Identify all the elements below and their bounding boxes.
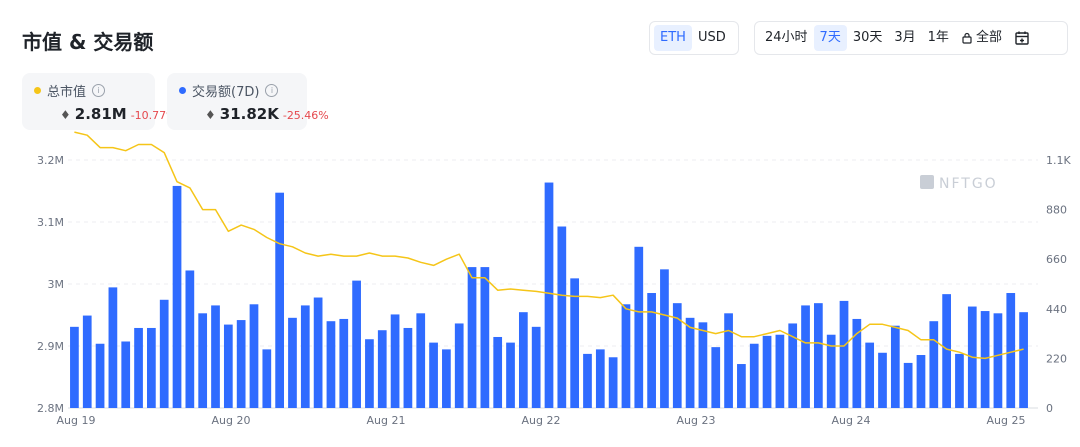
volume-bar[interactable] (95, 343, 105, 408)
volume-bar[interactable] (634, 246, 644, 408)
volume-bar[interactable] (416, 313, 426, 408)
right-axis-tick: 440 (1046, 303, 1067, 316)
volume-bar[interactable] (198, 313, 208, 408)
volume-bar[interactable] (442, 349, 451, 408)
volume-bar[interactable] (467, 267, 477, 408)
x-axis-tick: Aug 19 (57, 414, 96, 427)
volume-bar[interactable] (249, 304, 259, 408)
volume-bar[interactable] (377, 330, 387, 408)
left-axis-tick: 3.2M (37, 154, 64, 167)
volume-bar[interactable] (121, 341, 131, 408)
volume-bar[interactable] (159, 299, 169, 408)
volume-bar[interactable] (147, 327, 156, 408)
right-axis-tick: 220 (1046, 352, 1067, 365)
volume-bar[interactable] (916, 355, 926, 408)
volume-bar[interactable] (454, 323, 464, 408)
volume-bar[interactable] (518, 312, 528, 408)
market-cap-volume-chart: 2.8M2.9M3M3.1M3.2M02204406608801.1KAug 1… (37, 131, 1071, 427)
volume-bar[interactable] (762, 335, 772, 408)
volume-bar[interactable] (134, 327, 143, 408)
watermark-text: NFTGO (939, 176, 998, 192)
volume-bar[interactable] (365, 339, 374, 408)
volume-bar[interactable] (1006, 293, 1016, 408)
volume-bar[interactable] (288, 317, 297, 408)
left-axis-tick: 3.1M (37, 216, 64, 229)
volume-bar[interactable] (865, 342, 875, 408)
volume-bar[interactable] (621, 304, 631, 408)
volume-bar[interactable] (236, 320, 246, 408)
x-axis-tick: Aug 21 (367, 414, 406, 427)
volume-bar[interactable] (647, 293, 656, 408)
volume-bar[interactable] (685, 317, 695, 408)
volume-bars (70, 182, 1028, 408)
volume-bar[interactable] (390, 314, 400, 408)
volume-bar[interactable] (172, 185, 182, 408)
volume-bar[interactable] (955, 353, 964, 408)
volume-bar[interactable] (185, 270, 195, 408)
volume-bar[interactable] (890, 325, 900, 408)
volume-bar[interactable] (557, 226, 567, 408)
left-axis-tick: 3M (48, 278, 65, 291)
volume-bar[interactable] (326, 321, 336, 408)
volume-bar[interactable] (852, 318, 862, 408)
volume-bar[interactable] (980, 311, 990, 408)
right-axis-tick: 880 (1046, 204, 1067, 217)
volume-bar[interactable] (775, 334, 785, 408)
volume-bar[interactable] (223, 324, 233, 408)
right-axis-tick: 1.1K (1046, 154, 1071, 167)
volume-bar[interactable] (660, 269, 669, 408)
volume-bar[interactable] (506, 342, 515, 408)
volume-bar[interactable] (801, 305, 810, 408)
volume-bar[interactable] (531, 326, 541, 408)
volume-bar[interactable] (749, 343, 759, 408)
x-axis-tick: Aug 24 (832, 414, 871, 427)
right-axis-tick: 0 (1046, 402, 1053, 415)
volume-bar[interactable] (211, 305, 220, 408)
volume-bar[interactable] (737, 364, 746, 408)
volume-bar[interactable] (942, 294, 951, 408)
volume-bar[interactable] (300, 305, 310, 408)
volume-bar[interactable] (108, 287, 118, 408)
volume-bar[interactable] (403, 327, 413, 408)
volume-bar[interactable] (993, 313, 1003, 408)
volume-bar[interactable] (275, 192, 285, 408)
volume-bar[interactable] (583, 353, 592, 408)
volume-bar[interactable] (929, 321, 939, 408)
right-axis-tick: 660 (1046, 253, 1067, 266)
x-axis-tick: Aug 22 (522, 414, 561, 427)
volume-bar[interactable] (570, 278, 580, 408)
volume-bar[interactable] (262, 349, 272, 408)
volume-bar[interactable] (544, 182, 554, 408)
volume-bar[interactable] (82, 315, 92, 408)
volume-bar[interactable] (493, 336, 503, 408)
volume-bar[interactable] (313, 297, 323, 408)
volume-bar[interactable] (903, 362, 913, 408)
left-axis-tick: 2.9M (37, 340, 64, 353)
volume-bar[interactable] (839, 300, 849, 408)
volume-bar[interactable] (711, 347, 721, 408)
volume-bar[interactable] (595, 349, 605, 408)
x-axis-tick: Aug 20 (212, 414, 251, 427)
volume-bar[interactable] (480, 267, 490, 408)
nftgo-watermark: NFTGO (920, 175, 998, 192)
volume-bar[interactable] (70, 326, 79, 408)
volume-bar[interactable] (1019, 312, 1028, 408)
volume-bar[interactable] (339, 318, 349, 408)
volume-bar[interactable] (813, 303, 823, 408)
volume-bar[interactable] (608, 357, 618, 408)
volume-bar[interactable] (724, 313, 733, 408)
volume-bar[interactable] (429, 342, 438, 408)
x-axis-tick: Aug 23 (677, 414, 716, 427)
volume-bar[interactable] (878, 352, 887, 408)
volume-bar[interactable] (698, 322, 708, 408)
x-axis-tick: Aug 25 (987, 414, 1026, 427)
volume-bar[interactable] (352, 280, 361, 408)
